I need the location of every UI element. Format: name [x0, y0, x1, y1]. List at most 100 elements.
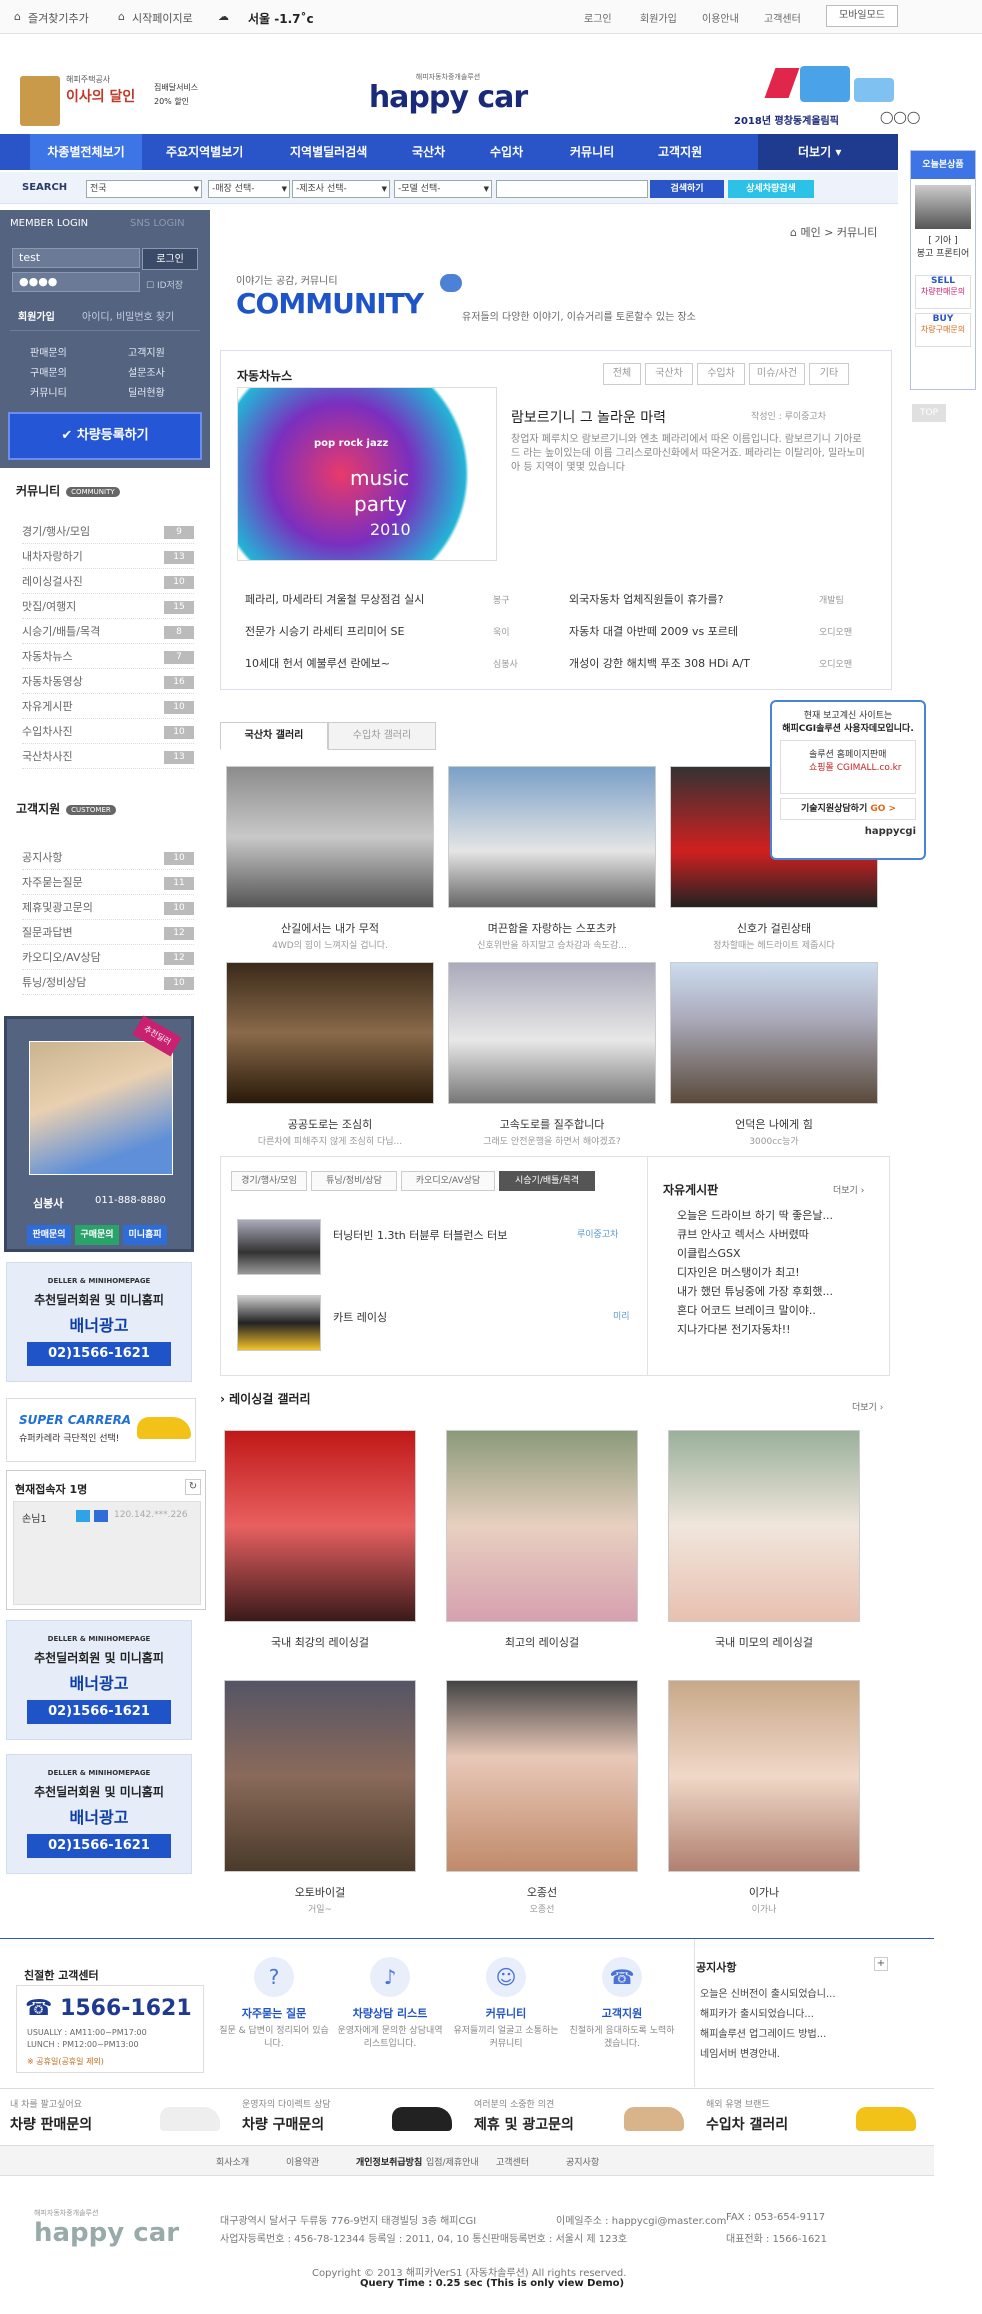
header-ad-left[interactable]: 해피주택공사 이사의 달인 집배달서비스 20% 할인: [20, 70, 215, 130]
site-logo[interactable]: 해피자동차중개솔루션 happy car: [368, 72, 528, 118]
login-link[interactable]: 로그인: [584, 10, 612, 25]
service-item[interactable]: ☺ 커뮤니티 유저들끼리 얼굴고 소통하는 커뮤니티: [450, 1957, 562, 2051]
dealer-banner[interactable]: DELLER & MINIHOMEPAGE 추천딜러회원 및 미니홈피 배너광고…: [6, 1262, 192, 1382]
side-item-community[interactable]: 맛집/여행지 15: [22, 595, 194, 619]
news-item[interactable]: 페라리, 마세라티 겨울철 무상점검 실시: [245, 591, 424, 607]
home-icon[interactable]: ⌂: [14, 10, 21, 23]
find-account-link[interactable]: 아이디, 비밀번호 찾기: [82, 308, 174, 323]
racing-photo[interactable]: [224, 1430, 416, 1622]
nav-dealer-search[interactable]: 지역별딜러검색: [290, 134, 367, 170]
plus-icon[interactable]: +: [874, 1957, 888, 1971]
tab-all[interactable]: 전체: [603, 363, 641, 385]
racing-caption[interactable]: 이가나: [668, 1884, 860, 1900]
racing-caption[interactable]: 국내 최강의 레이싱걸: [224, 1634, 416, 1650]
nav-all-cars[interactable]: 차종별전체보기: [30, 134, 142, 170]
side-item-customer[interactable]: 제휴및광고문의 10: [22, 896, 194, 920]
side-item-community[interactable]: 자동차뉴스 7: [22, 645, 194, 669]
save-id-checkbox[interactable]: ☐ ID저장: [146, 278, 183, 291]
start-page-link[interactable]: 시작페이지로: [132, 10, 193, 26]
nav-domestic[interactable]: 국산차: [412, 134, 445, 170]
sell-inquiry-button[interactable]: 판매문의: [27, 1225, 71, 1245]
free-board-item[interactable]: 디자인은 머스탱이가 최고!: [677, 1264, 800, 1280]
tab-domestic-gallery[interactable]: 국산차 갤러리: [220, 722, 328, 750]
side-item-community[interactable]: 자동차동영상 16: [22, 670, 194, 694]
footer-notice-item[interactable]: 해피솔루션 업그레이드 방법...: [700, 2025, 826, 2040]
side-item-community[interactable]: 레이싱걸사진 10: [22, 570, 194, 594]
footer-link[interactable]: 개인정보취급방침: [356, 2155, 422, 2168]
login-button[interactable]: 로그인: [142, 248, 198, 270]
mobile-mode-button[interactable]: 모바일모드: [826, 5, 898, 27]
free-board-item[interactable]: 오늘은 드라이브 하기 딱 좋은날...: [677, 1207, 833, 1223]
top-button[interactable]: TOP: [912, 404, 946, 422]
nav-community[interactable]: 커뮤니티: [570, 134, 614, 170]
free-board-more[interactable]: 더보기 ›: [833, 1183, 864, 1196]
news-item[interactable]: 전문가 시승기 라세티 프리미어 SE: [245, 623, 404, 639]
news-item[interactable]: 10세대 헌서 예불루션 란에보~: [245, 655, 390, 671]
viewed-car-model[interactable]: 봉고 프론티어: [911, 246, 975, 259]
gallery-caption[interactable]: 공공도로는 조심히: [226, 1116, 434, 1132]
racing-caption[interactable]: 오종선: [446, 1884, 638, 1900]
news-image[interactable]: pop rock jazz music party 2010: [237, 387, 497, 561]
cs-link[interactable]: 고객센터: [764, 10, 801, 25]
menu-sell-inquiry[interactable]: 판매문의: [30, 344, 67, 359]
gallery-photo[interactable]: [226, 962, 434, 1104]
tab-domestic[interactable]: 국산차: [645, 363, 693, 385]
footer-link[interactable]: 고객센터: [496, 2155, 529, 2168]
news-headline[interactable]: 람보르기니 그 놀라운 마력: [511, 407, 666, 427]
menu-buy-inquiry[interactable]: 구매문의: [30, 364, 67, 379]
free-board-item[interactable]: 내가 했던 튜닝중에 가장 후회했...: [677, 1283, 833, 1299]
detail-search-button[interactable]: 상세차량검색: [728, 180, 814, 198]
racing-photo[interactable]: [446, 1430, 638, 1622]
tab-issue[interactable]: 미슈/사건: [749, 363, 805, 385]
nav-more[interactable]: 더보기 ▾: [758, 134, 898, 170]
dealer-banner-2[interactable]: DELLER & MINIHOMEPAGE 추천딜러회원 및 미니홈피 배너광고…: [6, 1620, 192, 1740]
home-page-icon[interactable]: ⌂: [118, 10, 125, 23]
model-select[interactable]: -모델 선택-: [394, 180, 492, 198]
gallery-photo[interactable]: [226, 766, 434, 908]
racing-caption[interactable]: 최고의 레이싱걸: [446, 1634, 638, 1650]
join-link[interactable]: 회원가입: [640, 10, 677, 25]
free-board-item[interactable]: 이클립스GSX: [677, 1245, 741, 1261]
gallery-photo[interactable]: [670, 962, 878, 1104]
side-item-community[interactable]: 자유게시판 10: [22, 695, 194, 719]
login-password-field[interactable]: ●●●●: [12, 272, 140, 292]
gallery-caption[interactable]: 며끈함을 자랑하는 스포츠카: [448, 920, 656, 936]
service-item[interactable]: ♪ 차량상담 리스트 운영자에게 문의한 상담내역 리스트입니다.: [334, 1957, 446, 2051]
side-item-customer[interactable]: 공지사항 10: [22, 846, 194, 870]
post-thumb[interactable]: [237, 1295, 321, 1351]
free-board-item[interactable]: 큐브 안사고 렉서스 사버렸따: [677, 1226, 809, 1242]
racing-photo[interactable]: [224, 1680, 416, 1872]
login-id-field[interactable]: test: [12, 248, 140, 268]
racing-photo[interactable]: [668, 1430, 860, 1622]
tech-support-link[interactable]: 기술지원상담하기 GO >: [780, 798, 916, 820]
gallery-photo[interactable]: [448, 766, 656, 908]
nav-customer[interactable]: 고객지원: [658, 134, 702, 170]
footer-ad-item[interactable]: 해외 유명 브랜드 수입차 갤러리: [706, 2097, 926, 2141]
tab-test-drive[interactable]: 시승기/배틀/목격: [499, 1171, 595, 1191]
news-item[interactable]: 자동차 대결 아반떼 2009 vs 포르테: [569, 623, 738, 639]
dealer-banner-3[interactable]: DELLER & MINIHOMEPAGE 추천딜러회원 및 미니홈피 배너광고…: [6, 1754, 192, 1874]
menu-support[interactable]: 고객지원: [128, 344, 165, 359]
search-button[interactable]: 검색하기: [650, 180, 724, 198]
demo-notice-popup[interactable]: 현재 보고계신 사이트는 해피CGI솔루션 사용자데모입니다. 솔루션 홈페이지…: [770, 700, 926, 860]
search-input[interactable]: [496, 180, 648, 198]
minihome-button[interactable]: 미니홈피: [123, 1225, 167, 1245]
footer-link[interactable]: 회사소개: [216, 2155, 249, 2168]
side-item-customer[interactable]: 튜닝/정비상담 10: [22, 971, 194, 995]
store-select[interactable]: -매장 선택-: [208, 180, 290, 198]
side-item-customer[interactable]: 질문과답변 12: [22, 921, 194, 945]
tab-etc[interactable]: 기타: [809, 363, 849, 385]
tab-events[interactable]: 경기/행사/모임: [231, 1171, 307, 1191]
buy-inquiry-widget[interactable]: BUY 차량구매문의: [915, 313, 971, 347]
menu-dealers[interactable]: 딜러현황: [128, 384, 165, 399]
footer-notice-item[interactable]: 오늘은 신버전이 출시되었습니...: [700, 1985, 836, 2000]
refresh-icon[interactable]: ↻: [185, 1479, 201, 1495]
gallery-photo[interactable]: [448, 962, 656, 1104]
racing-photo[interactable]: [668, 1680, 860, 1872]
side-item-customer[interactable]: 자주묻는질문 11: [22, 871, 194, 895]
footer-link[interactable]: 입점/제휴안내: [426, 2155, 479, 2168]
sell-inquiry-widget[interactable]: SELL 차량판매문의: [915, 275, 971, 309]
nav-import[interactable]: 수입차: [490, 134, 523, 170]
bookmark-link[interactable]: 즐겨찾기추가: [28, 10, 89, 26]
buy-inquiry-button[interactable]: 구매문의: [75, 1225, 119, 1245]
